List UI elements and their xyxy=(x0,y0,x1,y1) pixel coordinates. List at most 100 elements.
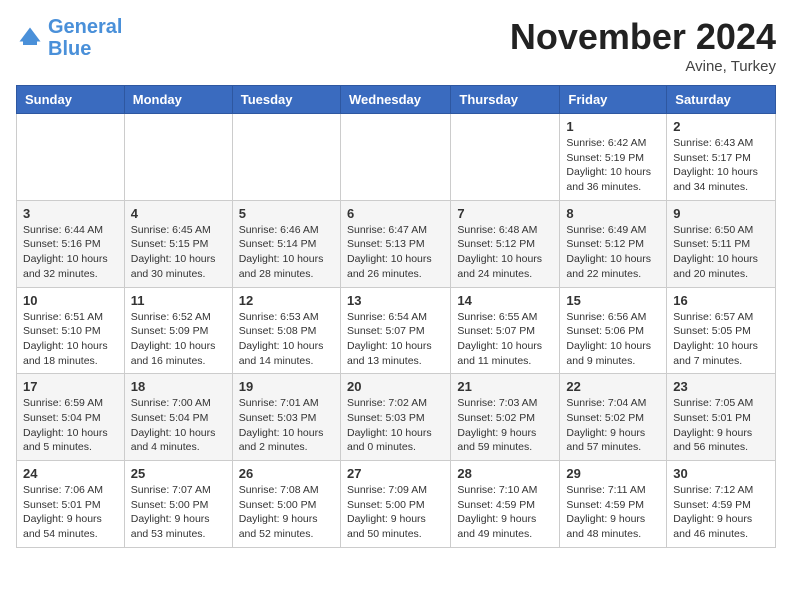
cell-text: Sunrise: 7:03 AM Sunset: 5:02 PM Dayligh… xyxy=(457,396,553,455)
cell-text: Sunrise: 6:54 AM Sunset: 5:07 PM Dayligh… xyxy=(347,310,444,369)
cell-text: Sunrise: 6:42 AM Sunset: 5:19 PM Dayligh… xyxy=(566,136,660,195)
weekday-header-tuesday: Tuesday xyxy=(232,86,340,114)
day-number: 22 xyxy=(566,379,660,394)
calendar-cell: 25Sunrise: 7:07 AM Sunset: 5:00 PM Dayli… xyxy=(124,461,232,548)
calendar-header: SundayMondayTuesdayWednesdayThursdayFrid… xyxy=(17,86,776,114)
calendar-cell xyxy=(451,114,560,201)
month-title: November 2024 xyxy=(510,16,776,58)
day-number: 28 xyxy=(457,466,553,481)
logo-general: General xyxy=(48,16,122,38)
cell-text: Sunrise: 7:05 AM Sunset: 5:01 PM Dayligh… xyxy=(673,396,769,455)
calendar-cell: 12 Sunrise: 6:53 AM Sunset: 5:08 PM Dayli… xyxy=(232,287,340,374)
calendar-cell: 4 Sunrise: 6:45 AM Sunset: 5:15 PM Daylig… xyxy=(124,200,232,287)
day-number: 21 xyxy=(457,379,553,394)
cell-text: Sunrise: 7:12 AM Sunset: 4:59 PM Dayligh… xyxy=(673,483,769,542)
day-number: 3 xyxy=(23,206,118,221)
calendar-cell: 30 Sunrise: 7:12 AM Sunset: 4:59 PM Dayli… xyxy=(667,461,776,548)
cell-text: Sunrise: 6:59 AM Sunset: 5:04 PM Dayligh… xyxy=(23,396,118,455)
logo-text: General Blue xyxy=(48,16,122,60)
day-number: 17 xyxy=(23,379,118,394)
calendar-table: SundayMondayTuesdayWednesdayThursdayFrid… xyxy=(16,85,776,548)
cell-text: Sunrise: 6:43 AM Sunset: 5:17 PM Dayligh… xyxy=(673,136,769,195)
weekday-header-friday: Friday xyxy=(560,86,667,114)
day-number: 9 xyxy=(673,206,769,221)
cell-text: Sunrise: 7:00 AM Sunset: 5:04 PM Dayligh… xyxy=(131,396,226,455)
cell-text: Sunrise: 6:51 AM Sunset: 5:10 PM Dayligh… xyxy=(23,310,118,369)
calendar-cell xyxy=(124,114,232,201)
cell-text: Sunrise: 7:06 AM Sunset: 5:01 PM Dayligh… xyxy=(23,483,118,542)
calendar-cell: 24 Sunrise: 7:06 AM Sunset: 5:01 PM Dayli… xyxy=(17,461,125,548)
cell-text: Sunrise: 7:02 AM Sunset: 5:03 PM Dayligh… xyxy=(347,396,444,455)
day-number: 15 xyxy=(566,293,660,308)
calendar-cell: 14Sunrise: 6:55 AM Sunset: 5:07 PM Dayli… xyxy=(451,287,560,374)
cell-text: Sunrise: 6:48 AM Sunset: 5:12 PM Dayligh… xyxy=(457,223,553,282)
calendar-week-1: 1Sunrise: 6:42 AM Sunset: 5:19 PM Daylig… xyxy=(17,114,776,201)
cell-text: Sunrise: 7:10 AM Sunset: 4:59 PM Dayligh… xyxy=(457,483,553,542)
calendar-cell: 20 Sunrise: 7:02 AM Sunset: 5:03 PM Dayli… xyxy=(340,374,450,461)
day-number: 19 xyxy=(239,379,334,394)
calendar-body: 1Sunrise: 6:42 AM Sunset: 5:19 PM Daylig… xyxy=(17,114,776,548)
calendar-cell xyxy=(17,114,125,201)
day-number: 24 xyxy=(23,466,118,481)
cell-text: Sunrise: 6:53 AM Sunset: 5:08 PM Dayligh… xyxy=(239,310,334,369)
calendar-cell: 7 Sunrise: 6:48 AM Sunset: 5:12 PM Daylig… xyxy=(451,200,560,287)
calendar-cell xyxy=(340,114,450,201)
calendar-week-4: 17 Sunrise: 6:59 AM Sunset: 5:04 PM Dayli… xyxy=(17,374,776,461)
day-number: 29 xyxy=(566,466,660,481)
cell-text: Sunrise: 7:09 AM Sunset: 5:00 PM Dayligh… xyxy=(347,483,444,542)
day-number: 20 xyxy=(347,379,444,394)
day-number: 8 xyxy=(566,206,660,221)
calendar-cell: 5 Sunrise: 6:46 AM Sunset: 5:14 PM Daylig… xyxy=(232,200,340,287)
day-number: 23 xyxy=(673,379,769,394)
cell-text: Sunrise: 6:49 AM Sunset: 5:12 PM Dayligh… xyxy=(566,223,660,282)
day-number: 30 xyxy=(673,466,769,481)
calendar-cell xyxy=(232,114,340,201)
logo-blue: Blue xyxy=(48,38,91,60)
calendar-cell: 22 Sunrise: 7:04 AM Sunset: 5:02 PM Dayli… xyxy=(560,374,667,461)
day-number: 11 xyxy=(131,293,226,308)
cell-text: Sunrise: 6:50 AM Sunset: 5:11 PM Dayligh… xyxy=(673,223,769,282)
cell-text: Sunrise: 6:56 AM Sunset: 5:06 PM Dayligh… xyxy=(566,310,660,369)
calendar-cell: 6Sunrise: 6:47 AM Sunset: 5:13 PM Daylig… xyxy=(340,200,450,287)
weekday-row: SundayMondayTuesdayWednesdayThursdayFrid… xyxy=(17,86,776,114)
calendar-cell: 2Sunrise: 6:43 AM Sunset: 5:17 PM Daylig… xyxy=(667,114,776,201)
calendar-cell: 23 Sunrise: 7:05 AM Sunset: 5:01 PM Dayli… xyxy=(667,374,776,461)
day-number: 13 xyxy=(347,293,444,308)
cell-text: Sunrise: 6:45 AM Sunset: 5:15 PM Dayligh… xyxy=(131,223,226,282)
day-number: 7 xyxy=(457,206,553,221)
calendar-week-3: 10 Sunrise: 6:51 AM Sunset: 5:10 PM Dayli… xyxy=(17,287,776,374)
day-number: 16 xyxy=(673,293,769,308)
cell-text: Sunrise: 7:11 AM Sunset: 4:59 PM Dayligh… xyxy=(566,483,660,542)
weekday-header-monday: Monday xyxy=(124,86,232,114)
calendar-cell: 21 Sunrise: 7:03 AM Sunset: 5:02 PM Dayli… xyxy=(451,374,560,461)
page-header: General Blue November 2024 Avine, Turkey xyxy=(16,16,776,75)
calendar-cell: 28 Sunrise: 7:10 AM Sunset: 4:59 PM Dayli… xyxy=(451,461,560,548)
day-number: 14 xyxy=(457,293,553,308)
weekday-header-thursday: Thursday xyxy=(451,86,560,114)
cell-text: Sunrise: 7:08 AM Sunset: 5:00 PM Dayligh… xyxy=(239,483,334,542)
day-number: 5 xyxy=(239,206,334,221)
day-number: 18 xyxy=(131,379,226,394)
calendar-cell: 3 Sunrise: 6:44 AM Sunset: 5:16 PM Daylig… xyxy=(17,200,125,287)
day-number: 12 xyxy=(239,293,334,308)
calendar-cell: 15 Sunrise: 6:56 AM Sunset: 5:06 PM Dayli… xyxy=(560,287,667,374)
day-number: 4 xyxy=(131,206,226,221)
calendar-cell: 16 Sunrise: 6:57 AM Sunset: 5:05 PM Dayli… xyxy=(667,287,776,374)
cell-text: Sunrise: 6:57 AM Sunset: 5:05 PM Dayligh… xyxy=(673,310,769,369)
cell-text: Sunrise: 7:07 AM Sunset: 5:00 PM Dayligh… xyxy=(131,483,226,542)
calendar-week-5: 24 Sunrise: 7:06 AM Sunset: 5:01 PM Dayli… xyxy=(17,461,776,548)
calendar-cell: 9 Sunrise: 6:50 AM Sunset: 5:11 PM Daylig… xyxy=(667,200,776,287)
calendar-cell: 29 Sunrise: 7:11 AM Sunset: 4:59 PM Dayli… xyxy=(560,461,667,548)
calendar-cell: 8 Sunrise: 6:49 AM Sunset: 5:12 PM Daylig… xyxy=(560,200,667,287)
calendar-week-2: 3 Sunrise: 6:44 AM Sunset: 5:16 PM Daylig… xyxy=(17,200,776,287)
logo-icon xyxy=(16,24,44,52)
day-number: 10 xyxy=(23,293,118,308)
day-number: 6 xyxy=(347,206,444,221)
cell-text: Sunrise: 6:46 AM Sunset: 5:14 PM Dayligh… xyxy=(239,223,334,282)
weekday-header-sunday: Sunday xyxy=(17,86,125,114)
calendar-cell: 1Sunrise: 6:42 AM Sunset: 5:19 PM Daylig… xyxy=(560,114,667,201)
cell-text: Sunrise: 7:04 AM Sunset: 5:02 PM Dayligh… xyxy=(566,396,660,455)
calendar-cell: 19 Sunrise: 7:01 AM Sunset: 5:03 PM Dayli… xyxy=(232,374,340,461)
cell-text: Sunrise: 6:44 AM Sunset: 5:16 PM Dayligh… xyxy=(23,223,118,282)
cell-text: Sunrise: 7:01 AM Sunset: 5:03 PM Dayligh… xyxy=(239,396,334,455)
